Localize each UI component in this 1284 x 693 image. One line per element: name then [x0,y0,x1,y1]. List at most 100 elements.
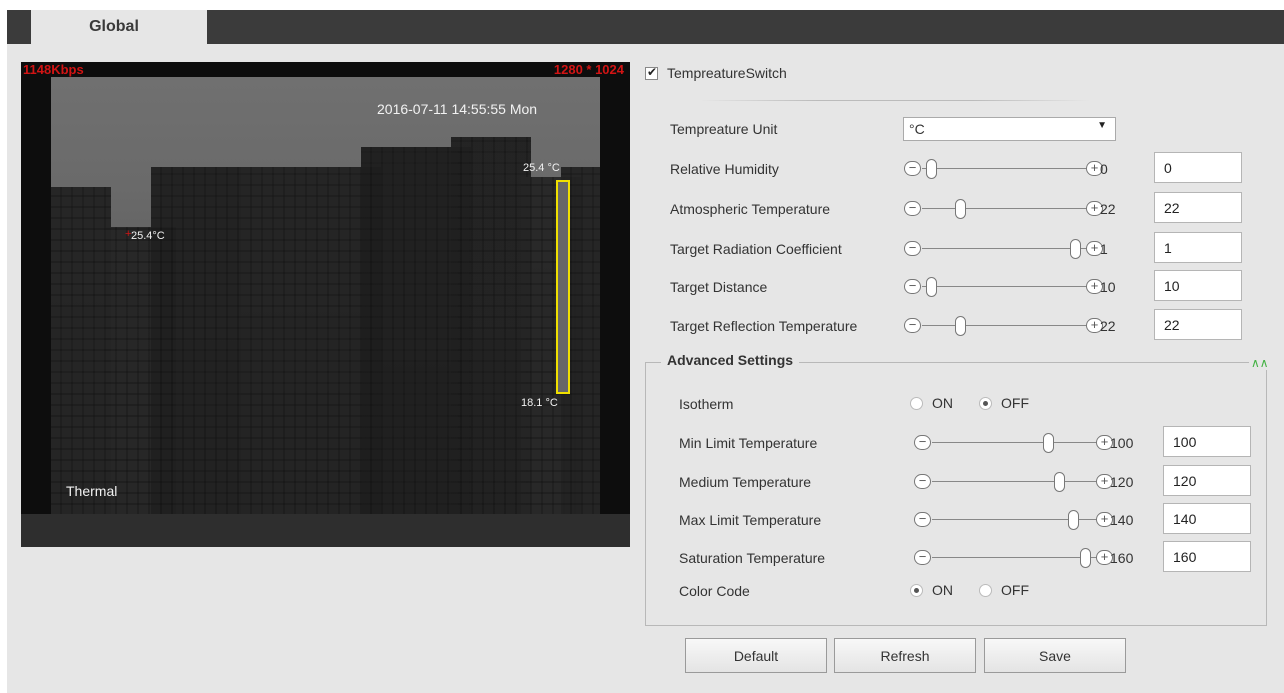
medium-temperature-value: 120 [1110,474,1134,490]
default-button[interactable]: Default [685,638,827,673]
isotherm-label: Isotherm [679,396,734,412]
isotherm-on-option[interactable]: ON [910,395,953,411]
building-shape [51,187,111,514]
medium-temperature-label: Medium Temperature [679,474,812,490]
target-radiation-coefficient-value: 1 [1100,241,1108,257]
minus-icon[interactable]: − [914,474,931,489]
slider-thumb[interactable] [926,159,937,179]
temperature-range-bar [556,180,570,394]
max-limit-temperature-input[interactable]: 140 [1163,503,1251,534]
color-code-off-option[interactable]: OFF [979,582,1029,598]
min-temp-label: 18.1 °C [521,397,558,409]
relative-humidity-input[interactable]: 0 [1154,152,1242,183]
min-limit-temperature-value: 100 [1110,435,1134,451]
refresh-button[interactable]: Refresh [834,638,976,673]
divider [700,100,1090,101]
unit-label: Tempreature Unit [670,121,778,137]
building-shape [151,167,241,514]
slider-thumb[interactable] [955,199,966,219]
minus-icon[interactable]: − [914,435,931,450]
target-distance-input[interactable]: 10 [1154,270,1242,301]
slider-thumb[interactable] [955,316,966,336]
target-reflection-temperature-input[interactable]: 22 [1154,309,1242,340]
target-reflection-temperature-label: Target Reflection Temperature [670,318,858,334]
isotherm-on-radio[interactable] [910,396,923,410]
target-reflection-temperature-value: 22 [1100,318,1116,334]
minus-icon[interactable]: − [904,161,921,176]
advanced-settings-title: Advanced Settings [661,352,800,368]
relative-humidity-slider[interactable]: − + [904,159,1106,179]
min-limit-temperature-input[interactable]: 100 [1163,426,1251,457]
dropdown-arrow-icon: ▼ [1097,120,1107,131]
slider-track[interactable] [922,325,1086,326]
target-radiation-coefficient-slider[interactable]: − + [904,239,1106,259]
minus-icon[interactable]: − [914,550,931,565]
color-code-label: Color Code [679,583,750,599]
max-limit-temperature-label: Max Limit Temperature [679,512,822,528]
video-bottom-strip [21,514,630,547]
max-limit-temperature-slider[interactable]: − + [914,510,1116,530]
max-limit-temperature-value: 140 [1110,512,1134,528]
slider-track[interactable] [932,557,1096,558]
thermal-image [51,77,600,514]
slider-thumb[interactable] [926,277,937,297]
building-shape [451,137,531,514]
minus-icon[interactable]: − [904,201,921,216]
atmospheric-temperature-value: 22 [1100,201,1116,217]
minus-icon[interactable]: − [904,279,921,294]
tab-global[interactable]: Global [31,10,207,44]
color-code-off-radio[interactable] [979,583,992,597]
target-distance-label: Target Distance [670,279,768,295]
isotherm-off-radio[interactable] [979,396,992,410]
target-radiation-coefficient-label: Target Radiation Coefficient [670,241,842,257]
target-distance-slider[interactable]: − + [904,277,1106,297]
color-code-on-radio[interactable] [910,583,923,597]
medium-temperature-input[interactable]: 120 [1163,465,1251,496]
minus-icon[interactable]: − [904,241,921,256]
saturation-temperature-label: Saturation Temperature [679,550,826,566]
atmospheric-temperature-label: Atmospheric Temperature [670,201,831,217]
color-code-radio-group: ON OFF [910,582,1055,598]
target-radiation-coefficient-input[interactable]: 1 [1154,232,1242,263]
medium-temperature-slider[interactable]: − + [914,472,1116,492]
minus-icon[interactable]: − [904,318,921,333]
atmospheric-temperature-slider[interactable]: − + [904,199,1106,219]
relative-humidity-label: Relative Humidity [670,161,779,177]
saturation-temperature-value: 160 [1110,550,1134,566]
slider-thumb[interactable] [1080,548,1091,568]
target-reflection-temperature-slider[interactable]: − + [904,316,1106,336]
slider-track[interactable] [932,442,1096,443]
slider-thumb[interactable] [1043,433,1054,453]
target-distance-value: 10 [1100,279,1116,295]
isotherm-radio-group: ON OFF [910,395,1055,411]
building-shape [241,167,381,514]
collapse-icon[interactable]: ∧∧ [1249,356,1271,370]
slider-thumb[interactable] [1070,239,1081,259]
temperature-switch-label: TempreatureSwitch [667,65,787,81]
bitrate-overlay: 1148Kbps [23,62,84,77]
temperature-switch[interactable]: TempreatureSwitch [645,65,787,81]
slider-thumb[interactable] [1054,472,1065,492]
unit-select[interactable]: °C ▼ [903,117,1116,141]
color-code-on-option[interactable]: ON [910,582,953,598]
timestamp-overlay: 2016-07-11 14:55:55 Mon [377,101,538,117]
isotherm-off-option[interactable]: OFF [979,395,1029,411]
saturation-temperature-slider[interactable]: − + [914,548,1116,568]
channel-label: Thermal [66,483,118,499]
slider-thumb[interactable] [1068,510,1079,530]
slider-track[interactable] [922,248,1086,249]
min-limit-temperature-slider[interactable]: − + [914,433,1116,453]
atmospheric-temperature-input[interactable]: 22 [1154,192,1242,223]
relative-humidity-value: 0 [1100,161,1108,177]
slider-track[interactable] [922,168,1086,169]
slider-track[interactable] [922,208,1086,209]
saturation-temperature-input[interactable]: 160 [1163,541,1251,572]
temperature-switch-checkbox[interactable] [645,65,658,80]
resolution-overlay: 1280 * 1024 [553,62,624,77]
spot-temp-label: 25.4°C [131,230,165,242]
slider-track[interactable] [932,481,1096,482]
minus-icon[interactable]: − [914,512,931,527]
save-button[interactable]: Save [984,638,1126,673]
slider-track[interactable] [922,286,1086,287]
tab-bar: Global [7,10,1284,44]
